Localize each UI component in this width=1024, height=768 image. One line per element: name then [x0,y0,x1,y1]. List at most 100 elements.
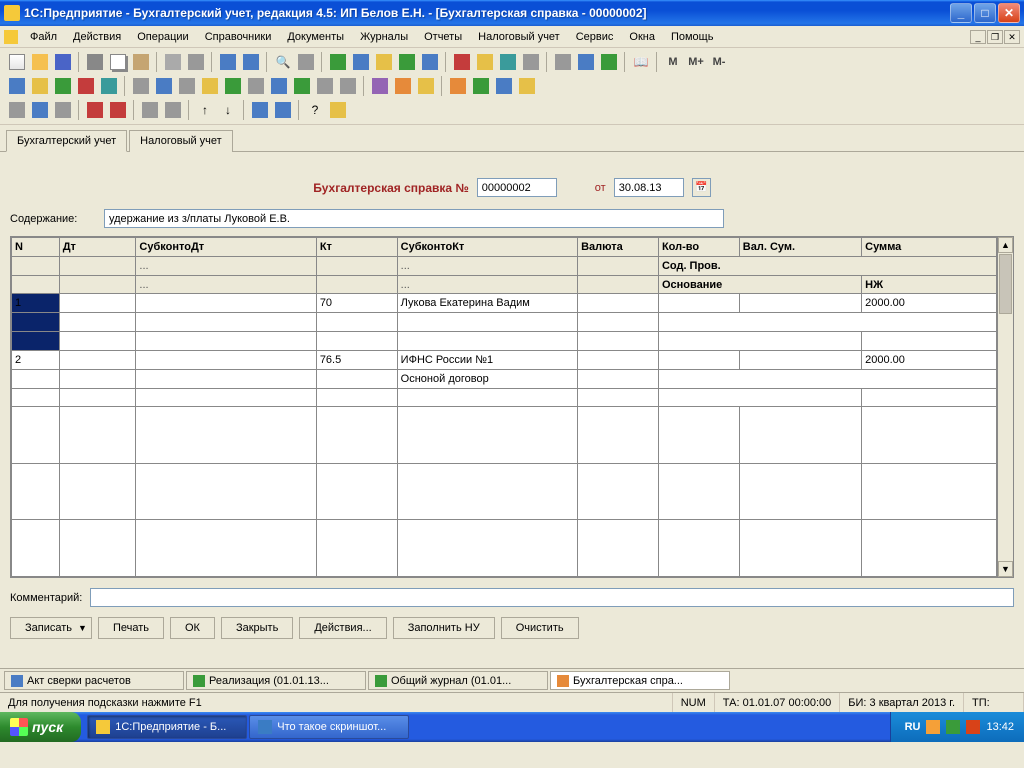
tb2-7[interactable] [153,75,175,97]
col-qty[interactable]: Кол-во [658,238,739,257]
comment-input[interactable] [90,588,1014,607]
tb2-14[interactable] [314,75,336,97]
preview-button[interactable] [185,51,207,73]
tb-green2[interactable] [396,51,418,73]
entries-grid[interactable]: N Дт СубконтоДт Кт СубконтоКт Валюта Кол… [11,237,997,577]
menu-actions[interactable]: Действия [65,28,129,46]
tb2-11[interactable] [245,75,267,97]
table-row[interactable] [12,463,997,520]
wintab-3[interactable]: Общий журнал (01.01... [368,671,548,690]
doc-number-input[interactable] [477,178,557,197]
col-sum[interactable]: Сумма [862,238,997,257]
mdi-restore-button[interactable]: ❐ [987,30,1003,44]
menu-windows[interactable]: Окна [621,28,663,46]
tb2-12[interactable] [268,75,290,97]
maximize-button[interactable]: □ [974,3,996,23]
tb2-1[interactable] [6,75,28,97]
open-button[interactable] [29,51,51,73]
lang-indicator[interactable]: RU [905,721,921,733]
tb-teal1[interactable] [497,51,519,73]
tb-yel2[interactable] [474,51,496,73]
scroll-thumb[interactable] [999,254,1012,314]
redo-button[interactable] [240,51,262,73]
clear-button[interactable]: Очистить [501,617,579,639]
tb3-help[interactable]: ? [304,99,326,121]
col-subkt2[interactable]: ... [397,256,577,275]
tb2-8[interactable] [176,75,198,97]
col-vsum[interactable]: Вал. Сум. [739,238,861,257]
col-subkt3[interactable]: ... [397,275,577,294]
wintab-2[interactable]: Реализация (01.01.13... [186,671,366,690]
col-kt[interactable]: Кт [316,238,397,257]
col-subkt[interactable]: СубконтоКт [397,238,577,257]
tb2-9[interactable] [199,75,221,97]
menu-operations[interactable]: Операции [129,28,196,46]
menu-journals[interactable]: Журналы [352,28,416,46]
menu-docs[interactable]: Документы [279,28,352,46]
content-input[interactable] [104,209,724,228]
fill-tax-button[interactable]: Заполнить НУ [393,617,495,639]
actions-button[interactable]: Действия... [299,617,386,639]
new-button[interactable] [6,51,28,73]
tb3-3[interactable] [52,99,74,121]
tb2-3[interactable] [52,75,74,97]
tb-green1[interactable] [327,51,349,73]
col-subdt2[interactable]: ... [136,256,316,275]
tb3-7[interactable] [162,99,184,121]
tb3-sort2[interactable] [272,99,294,121]
tb3-5[interactable] [107,99,129,121]
tb2-2[interactable] [29,75,51,97]
tb2-10[interactable] [222,75,244,97]
mdi-close-button[interactable]: ✕ [1004,30,1020,44]
clock[interactable]: 13:42 [986,721,1014,733]
tb2-4[interactable] [75,75,97,97]
col-dt[interactable]: Дт [59,238,136,257]
tb3-1[interactable] [6,99,28,121]
col-subdt3[interactable]: ... [136,275,316,294]
table-row[interactable] [12,520,997,577]
print-button[interactable] [162,51,184,73]
tb3-4[interactable] [84,99,106,121]
tb3-down[interactable]: ↓ [217,99,239,121]
col-osn[interactable]: Основание [658,275,861,294]
doc-date-input[interactable] [614,178,684,197]
calc-button[interactable] [552,51,574,73]
tb2-13[interactable] [291,75,313,97]
tb3-tip[interactable] [327,99,349,121]
save-button[interactable] [52,51,74,73]
tray-icon[interactable] [966,720,980,734]
tb2-19[interactable] [447,75,469,97]
tb2-16[interactable] [369,75,391,97]
table-row[interactable] [12,332,997,351]
close-button[interactable]: ✕ [998,3,1020,23]
find-button[interactable]: 🔍 [272,51,294,73]
print-doc-button[interactable]: Печать [98,617,164,639]
filter-button[interactable] [295,51,317,73]
tb-green3[interactable] [598,51,620,73]
tb2-21[interactable] [493,75,515,97]
tb-red1[interactable] [451,51,473,73]
tb2-18[interactable] [415,75,437,97]
tb-blue2[interactable] [419,51,441,73]
tb2-17[interactable] [392,75,414,97]
wintab-1[interactable]: Акт сверки расчетов [4,671,184,690]
mem-mplus-button[interactable]: М+ [685,51,707,73]
calendar-icon[interactable]: 📅 [692,178,711,197]
menu-refs[interactable]: Справочники [197,28,280,46]
tray-icon[interactable] [926,720,940,734]
tb2-15[interactable] [337,75,359,97]
tb3-up[interactable]: ↑ [194,99,216,121]
col-n[interactable]: N [12,238,60,257]
mem-mminus-button[interactable]: М- [708,51,730,73]
col-val[interactable]: Валюта [578,238,659,257]
write-button[interactable]: Записать▼ [10,617,92,639]
grid-scrollbar[interactable]: ▲ ▼ [997,237,1013,577]
tb3-sort1[interactable] [249,99,271,121]
tb-blue1[interactable] [350,51,372,73]
tb2-22[interactable] [516,75,538,97]
col-sod[interactable]: Сод. Пров. [658,256,996,275]
table-row[interactable] [12,313,997,332]
mem-m-button[interactable]: М [662,51,684,73]
tb2-5[interactable] [98,75,120,97]
scroll-up-icon[interactable]: ▲ [998,237,1013,253]
